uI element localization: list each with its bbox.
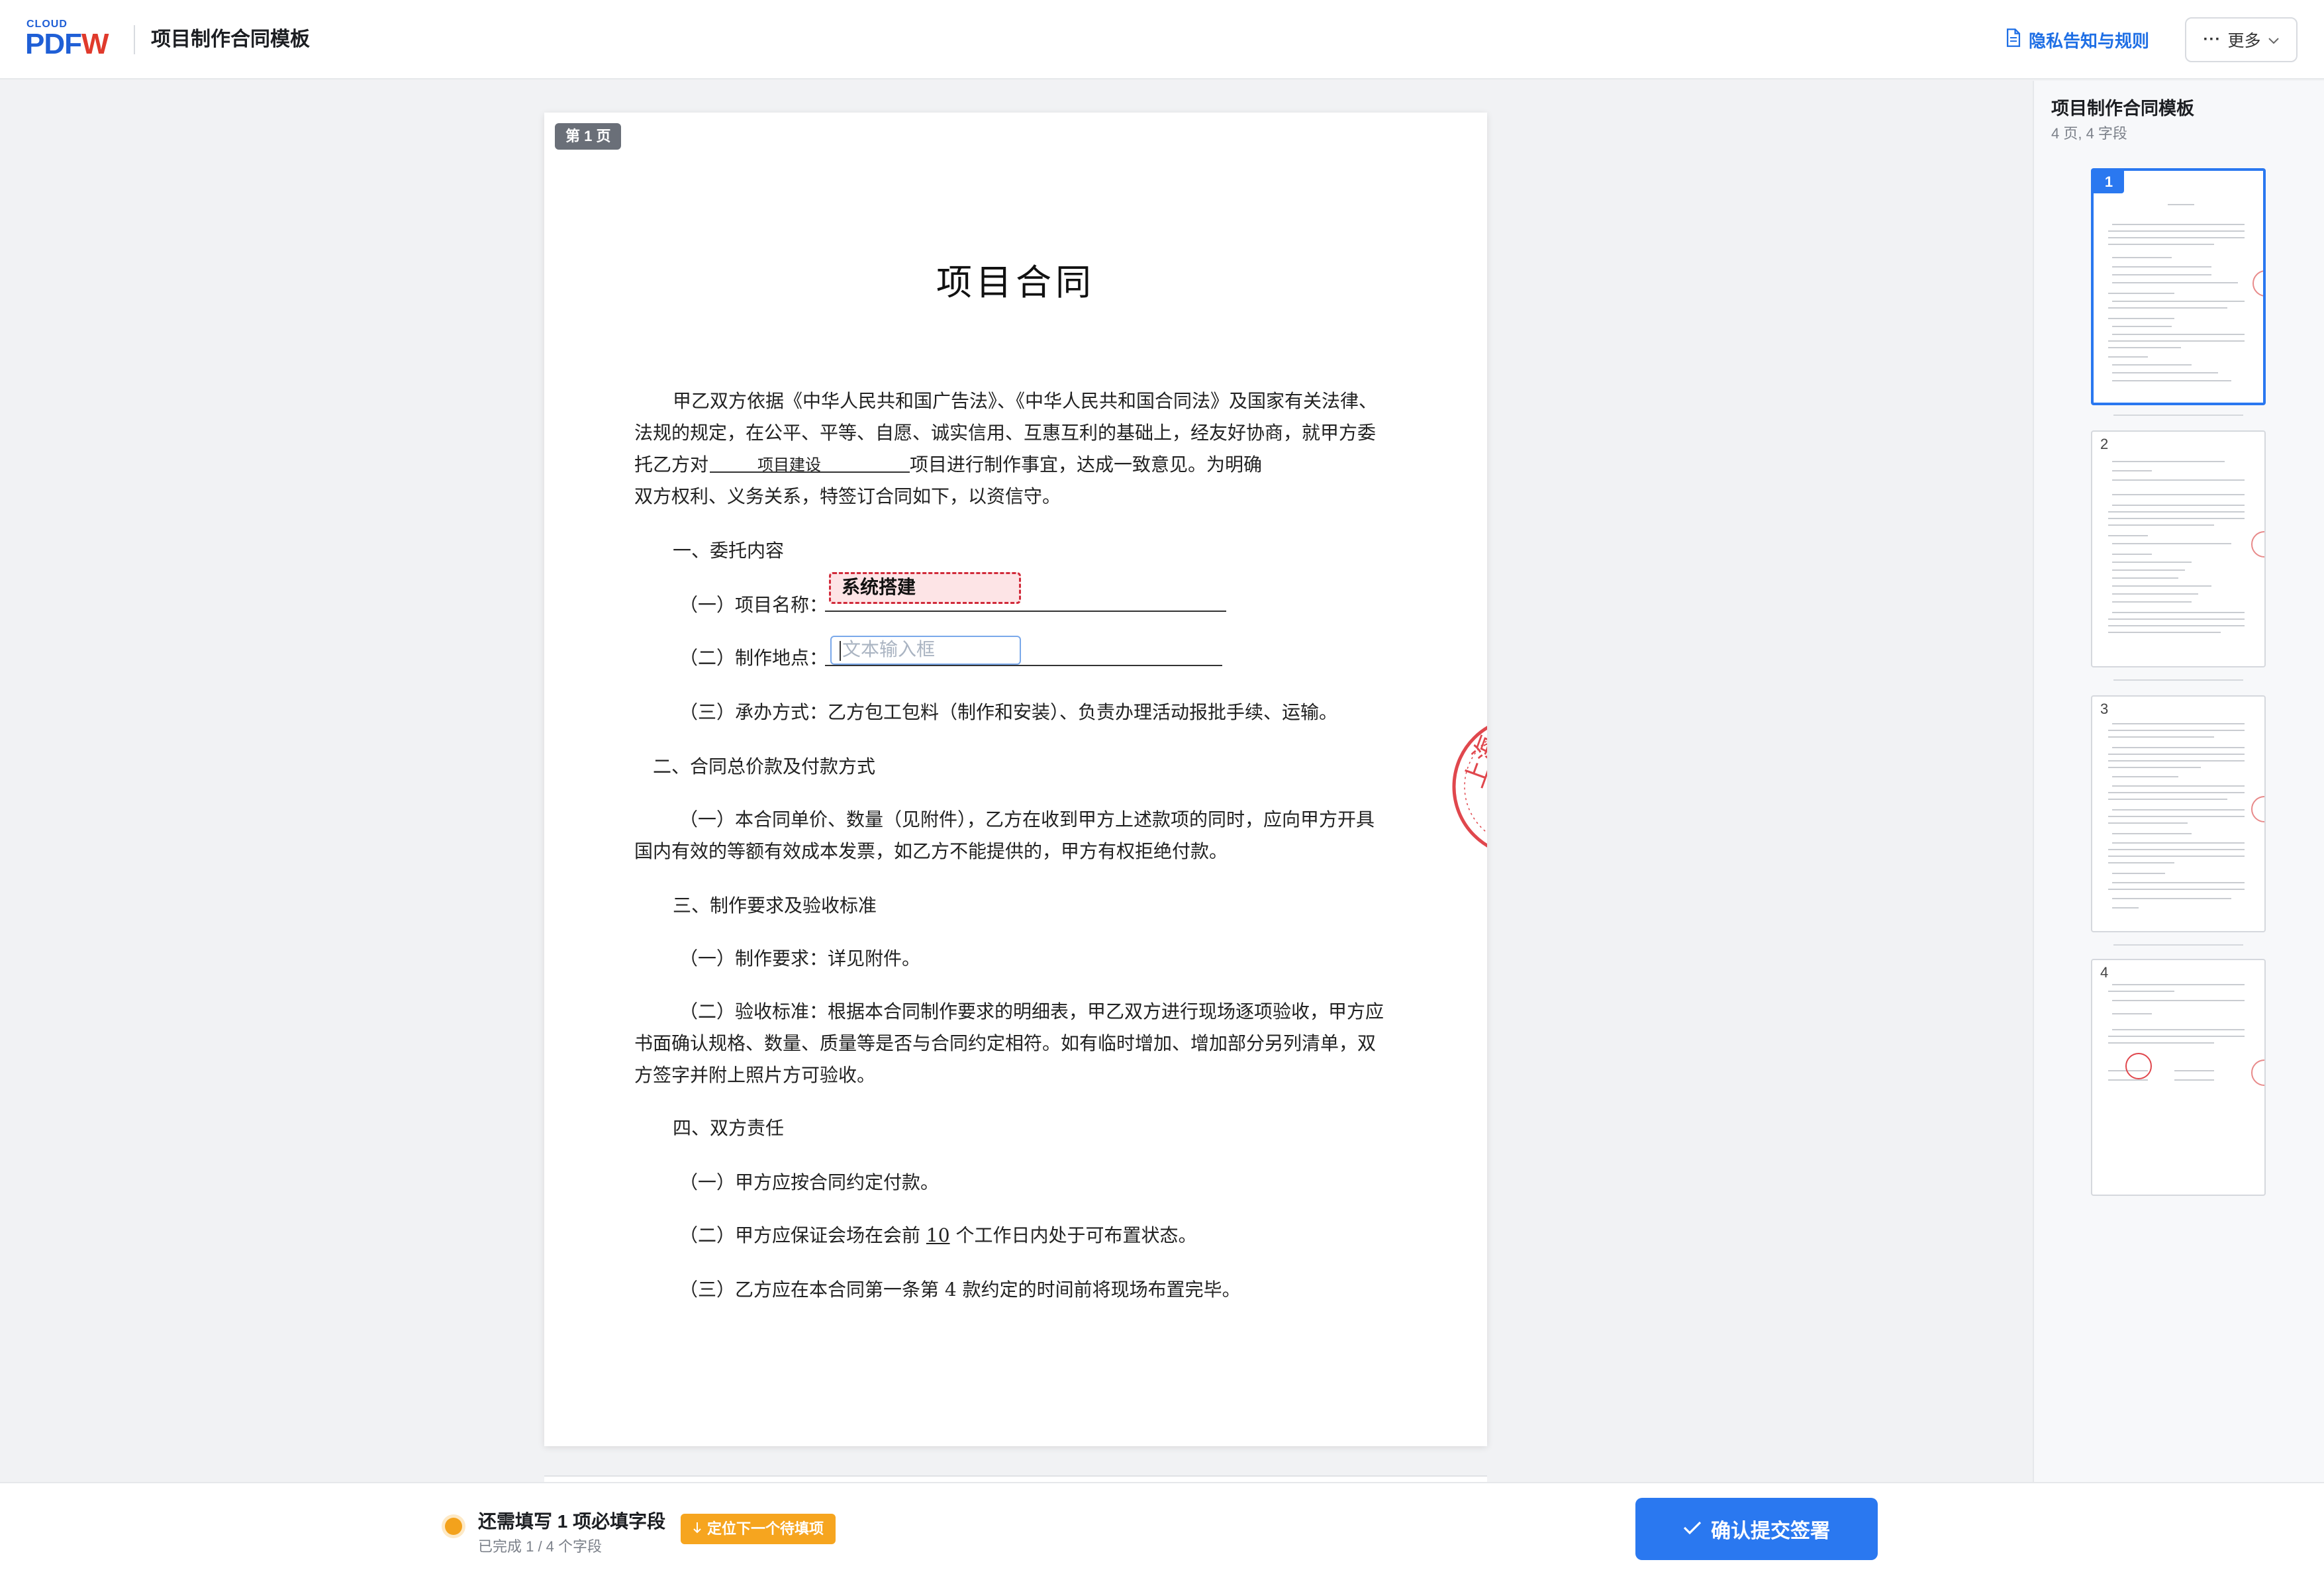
section-2-line-2: 国内有效的等额有效成本发票，如乙方不能提供的，甲方有权拒绝付款。	[634, 840, 1228, 862]
privacy-rules-label: 隐私告知与规则	[2029, 30, 2150, 51]
page-number-badge: 第 1 页	[555, 123, 622, 150]
more-menu-button[interactable]: ··· 更多	[2185, 17, 2298, 62]
section-4-heading: 四、双方责任	[673, 1117, 785, 1139]
project-name-field[interactable]: 系统搭建	[829, 572, 1021, 604]
intro-line-3a: 托乙方对	[634, 454, 709, 475]
thumbnail-separator	[2113, 415, 2243, 416]
bottom-action-bar: 还需填写 1 项必填字段 已完成 1 / 4 个字段 定位下一个待填项 确认提交…	[0, 1482, 2324, 1572]
location-placeholder: 文本输入框	[842, 639, 936, 660]
thumbnail-separator	[2113, 679, 2243, 681]
thumbnail-separator	[2113, 944, 2243, 946]
page-2-top-edge	[544, 1475, 1487, 1482]
page-thumbnail-1[interactable]: 1	[2091, 168, 2266, 405]
contract-method-line: （三）承办方式：乙方包工包料（制作和安装）、负责办理活动报批手续、运输。	[679, 701, 1338, 723]
project-filled-text: 项目建设	[757, 456, 821, 474]
chevron-down-icon	[2268, 30, 2280, 50]
page-thumbnail-2[interactable]: 2	[2091, 430, 2266, 667]
section-3-item-1: （一）制作要求：详见附件。	[679, 948, 921, 969]
section-3-item-2a: （二）验收标准：根据本合同制作要求的明细表，甲乙双方进行现场逐项验收，甲方应	[679, 1001, 1384, 1022]
thumbnail-number: 1	[2094, 171, 2124, 193]
document-page: 第 1 页 项目合同 甲乙双方依据《中华人民共和国广告法》、《中华人民共和国合同…	[544, 113, 1487, 1446]
project-name-underline	[825, 611, 1226, 612]
section-2-heading: 二、合同总价款及付款方式	[653, 756, 876, 777]
checkmark-icon	[1683, 1518, 1702, 1540]
sidebar-title: 项目制作合同模板	[2051, 99, 2194, 119]
intro-line-4: 双方权利、义务关系，特签订合同如下，以资信守。	[634, 485, 1061, 507]
intro-line-1: 甲乙双方依据《中华人民共和国广告法》、《中华人民共和国合同法》及国家有关法律、	[673, 390, 1378, 412]
thumbnail-number: 4	[2100, 964, 2109, 981]
location-label: （二）制作地点：	[679, 647, 828, 669]
section-4-item-2: （二）甲方应保证会场在会前 10 个工作日内处于可布置状态。	[679, 1224, 1197, 1246]
privacy-rules-link[interactable]: 隐私告知与规则	[2005, 25, 2149, 54]
contract-title: 项目合同	[936, 262, 1095, 303]
confirm-submit-sign-button[interactable]: 确认提交签署	[1635, 1498, 1878, 1560]
section-4-item-3: （三）乙方应在本合同第一条第 4 款约定的时间前将现场布置完毕。	[679, 1279, 1241, 1301]
project-name-label: （一）项目名称：	[679, 594, 828, 616]
sidebar-subtitle: 4 页, 4 字段	[2051, 125, 2127, 142]
company-seal-stamp: 上海	[1443, 707, 1487, 866]
text-caret	[840, 640, 841, 661]
locate-next-field-label: 定位下一个待填项	[707, 1520, 824, 1537]
locate-next-field-button[interactable]: 定位下一个待填项	[681, 1514, 836, 1544]
section-3-heading: 三、制作要求及验收标准	[673, 895, 877, 916]
location-input-field[interactable]: 文本输入框	[830, 636, 1021, 665]
thumbnail-number: 2	[2100, 436, 2109, 452]
header-divider	[134, 25, 135, 54]
section-1-heading: 一、委托内容	[673, 540, 785, 562]
warning-status-icon	[445, 1518, 462, 1535]
top-header: CLOUD PDFW 项目制作合同模板 隐私告知与规则 ··· 更多	[0, 0, 2324, 79]
days-value: 10	[926, 1224, 950, 1246]
more-dots-icon: ···	[2203, 30, 2221, 48]
location-underline	[825, 665, 1222, 666]
thumbnail-number: 3	[2100, 701, 2109, 717]
page-thumbnail-4[interactable]: 4	[2091, 959, 2266, 1196]
section-2-line-1: （一）本合同单价、数量（见附件），乙方在收到甲方上述款项的同时，应向甲方开具	[679, 809, 1375, 830]
intro-line-2: 法规的规定，在公平、平等、自愿、诚实信用、互惠互利的基础上，经友好协商，就甲方委	[634, 422, 1377, 444]
fields-progress-text: 已完成 1 / 4 个字段	[478, 1538, 603, 1555]
intro-line-3b: 项目进行制作事宜，达成一致意见。为明确	[910, 454, 1263, 475]
page-thumbnail-sidebar: 项目制作合同模板 4 页, 4 字段 1 2 3 4	[2033, 81, 2324, 1482]
document-icon	[2005, 28, 2022, 52]
app-logo[interactable]: CLOUD PDFW	[25, 19, 119, 60]
document-title: 项目制作合同模板	[151, 28, 310, 50]
required-fields-status: 还需填写 1 项必填字段	[478, 1511, 666, 1532]
confirm-submit-sign-label: 确认提交签署	[1711, 1520, 1830, 1542]
section-3-item-2c: 方签字并附上照片方可验收。	[634, 1064, 876, 1086]
more-label: 更多	[2227, 32, 2261, 50]
section-3-item-2b: 书面确认规格、数量、质量等是否与合同约定相符。如有临时增加、增加部分另列清单，双	[634, 1032, 1377, 1054]
logo-wordmark: PDFW	[25, 28, 109, 60]
section-4-item-1: （一）甲方应按合同约定付款。	[679, 1171, 940, 1193]
arrow-down-icon	[693, 1514, 702, 1544]
page-thumbnail-3[interactable]: 3	[2091, 695, 2266, 932]
